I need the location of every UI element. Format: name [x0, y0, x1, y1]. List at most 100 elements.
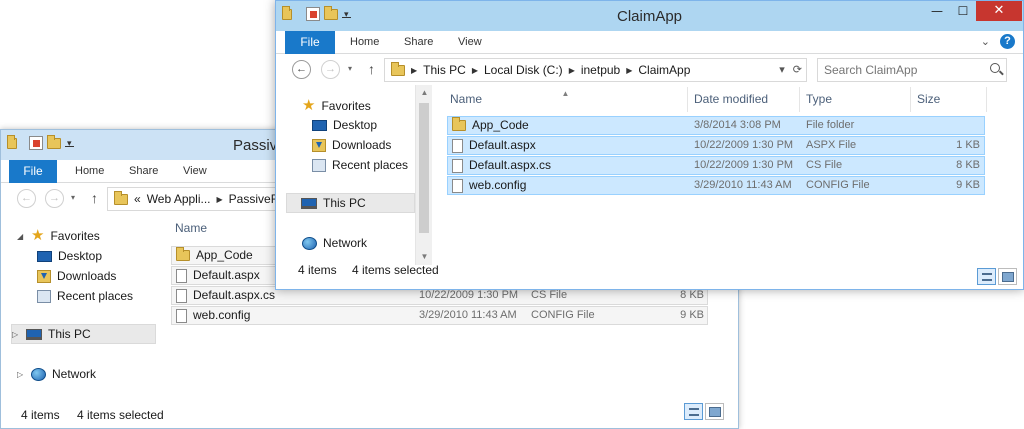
breadcrumb-inetpub[interactable]: inetpub — [581, 63, 620, 77]
recent-locations-dropdown[interactable]: ▾ — [71, 193, 75, 202]
address-history-dropdown[interactable]: ▾ — [779, 63, 785, 76]
column-header-date-modified[interactable]: Date modified — [688, 87, 800, 112]
large-icons-view-button[interactable] — [705, 403, 724, 420]
tab-file[interactable]: File — [285, 31, 335, 54]
table-row[interactable]: web.config 3/29/2010 11:43 AM CONFIG Fil… — [447, 176, 985, 195]
front-explorer-window[interactable]: ▾ ClaimApp — ☐ ✕ File Home Share View ⌄ … — [275, 0, 1024, 290]
expand-icon[interactable]: ▷ — [12, 330, 20, 339]
network-icon — [302, 236, 317, 250]
new-folder-icon[interactable] — [47, 134, 61, 149]
large-icons-view-icon — [1002, 272, 1014, 282]
close-button[interactable]: ✕ — [976, 1, 1022, 21]
forward-button[interactable]: → — [45, 189, 64, 208]
expand-icon[interactable]: ▷ — [17, 370, 25, 379]
details-view-button[interactable] — [684, 403, 703, 420]
nav-item-favorites[interactable]: ◢ ★ Favorites — [17, 226, 100, 246]
nav-item-downloads[interactable]: Downloads — [312, 135, 391, 155]
search-input[interactable] — [818, 59, 1006, 81]
nav-item-network[interactable]: ▷ Network — [17, 364, 96, 384]
search-icon[interactable] — [990, 63, 1000, 73]
column-header-name[interactable]: ▲ Name — [444, 87, 688, 112]
type-cell: File folder — [806, 119, 855, 131]
window-title: ClaimApp — [616, 8, 683, 25]
breadcrumb-web-applications[interactable]: Web Appli... — [147, 192, 211, 206]
breadcrumb-local-disk[interactable]: Local Disk (C:) — [484, 63, 563, 77]
folder-icon — [114, 190, 128, 205]
file-name-cell: Default.aspx.cs — [176, 287, 275, 304]
refresh-icon[interactable]: ⟳ — [793, 63, 802, 76]
tab-home[interactable]: Home — [75, 165, 104, 177]
minimize-button[interactable]: — — [924, 1, 950, 21]
column-header-type[interactable]: Type — [800, 87, 911, 112]
title-bar[interactable]: ▾ ClaimApp — ☐ ✕ — [276, 1, 1023, 31]
address-bar[interactable]: ▶ This PC ▶ Local Disk (C:) ▶ inetpub ▶ … — [384, 58, 807, 82]
breadcrumb-separator-icon[interactable]: ▶ — [217, 195, 223, 204]
star-icon: ★ — [302, 97, 316, 114]
status-bar: 4 items 4 items selected — [276, 263, 1023, 289]
details-view-icon — [982, 273, 992, 281]
file-name-cell: web.config — [176, 307, 250, 324]
large-icons-view-button[interactable] — [998, 268, 1017, 285]
search-box[interactable] — [817, 58, 1007, 82]
breadcrumb-separator-icon[interactable]: ▶ — [569, 66, 575, 75]
column-header-size[interactable]: Size — [911, 87, 987, 112]
breadcrumb-separator-icon[interactable]: ▶ — [411, 66, 417, 75]
breadcrumb-claimapp[interactable]: ClaimApp — [638, 63, 690, 77]
back-button[interactable]: ← — [292, 60, 311, 79]
nav-item-this-pc[interactable]: This PC — [286, 193, 415, 213]
tab-file[interactable]: File — [9, 160, 57, 183]
nav-item-label: Desktop — [333, 118, 378, 132]
nav-item-network[interactable]: Network — [302, 233, 367, 253]
expand-ribbon-icon[interactable]: ⌄ — [981, 35, 990, 48]
table-row[interactable]: web.config 3/29/2010 11:43 AM CONFIG Fil… — [171, 306, 708, 325]
nav-item-label: This PC — [48, 327, 91, 341]
breadcrumb-separator-icon[interactable]: ▶ — [472, 66, 478, 75]
tab-view[interactable]: View — [458, 36, 482, 48]
properties-icon[interactable] — [29, 136, 43, 150]
nav-item-desktop[interactable]: Desktop — [37, 246, 102, 266]
table-row[interactable]: Default.aspx 10/22/2009 1:30 PM ASPX Fil… — [447, 136, 985, 155]
breadcrumb-separator-icon[interactable]: ▶ — [626, 66, 632, 75]
expand-icon[interactable]: ◢ — [17, 232, 25, 241]
breadcrumb-this-pc[interactable]: This PC — [423, 63, 466, 77]
nav-item-this-pc[interactable]: ▷ This PC — [11, 324, 156, 344]
desktop-icon — [312, 119, 327, 131]
sort-ascending-icon: ▲ — [561, 89, 570, 98]
scroll-thumb[interactable] — [419, 103, 429, 233]
selection-count: 4 items selected — [352, 263, 439, 277]
size-cell: 1 KB — [956, 139, 980, 151]
back-button[interactable]: ← — [17, 189, 36, 208]
nav-item-favorites[interactable]: ★ Favorites — [302, 96, 371, 116]
up-button[interactable]: ↑ — [368, 61, 375, 77]
tab-view[interactable]: View — [183, 165, 207, 177]
navigation-pane: ◢ ★ Favorites Desktop Downloads Recent p… — [1, 214, 157, 404]
forward-button[interactable]: → — [321, 60, 340, 79]
status-bar: 4 items 4 items selected — [1, 403, 738, 428]
nav-item-recent-places[interactable]: Recent places — [37, 286, 133, 306]
details-view-button[interactable] — [977, 268, 996, 285]
nav-item-downloads[interactable]: Downloads — [37, 266, 116, 286]
nav-item-recent-places[interactable]: Recent places — [312, 155, 408, 175]
nav-item-desktop[interactable]: Desktop — [312, 115, 377, 135]
recent-places-icon — [37, 289, 51, 303]
customize-toolbar-icon[interactable]: ▾ — [65, 138, 74, 147]
scroll-up-icon[interactable]: ▲ — [416, 85, 433, 101]
nav-item-label: Network — [52, 367, 97, 381]
file-name-cell: web.config — [452, 177, 526, 194]
tab-share[interactable]: Share — [129, 165, 158, 177]
tab-home[interactable]: Home — [350, 36, 379, 48]
maximize-button[interactable]: ☐ — [950, 1, 976, 21]
recent-locations-dropdown[interactable]: ▾ — [348, 64, 352, 73]
large-icons-view-icon — [709, 407, 721, 417]
table-row[interactable]: App_Code 3/8/2014 3:08 PM File folder — [447, 116, 985, 135]
folder-icon — [452, 117, 466, 131]
breadcrumb-overflow[interactable]: « — [134, 192, 141, 206]
file-name-cell: App_Code — [176, 247, 253, 264]
navigation-pane-scrollbar[interactable]: ▲ ▼ — [415, 85, 432, 265]
tab-share[interactable]: Share — [404, 36, 433, 48]
help-icon[interactable]: ? — [1000, 34, 1015, 49]
up-button[interactable]: ↑ — [91, 190, 98, 206]
item-count: 4 items — [298, 263, 337, 277]
nav-item-label: Network — [323, 236, 368, 250]
table-row[interactable]: Default.aspx.cs 10/22/2009 1:30 PM CS Fi… — [447, 156, 985, 175]
